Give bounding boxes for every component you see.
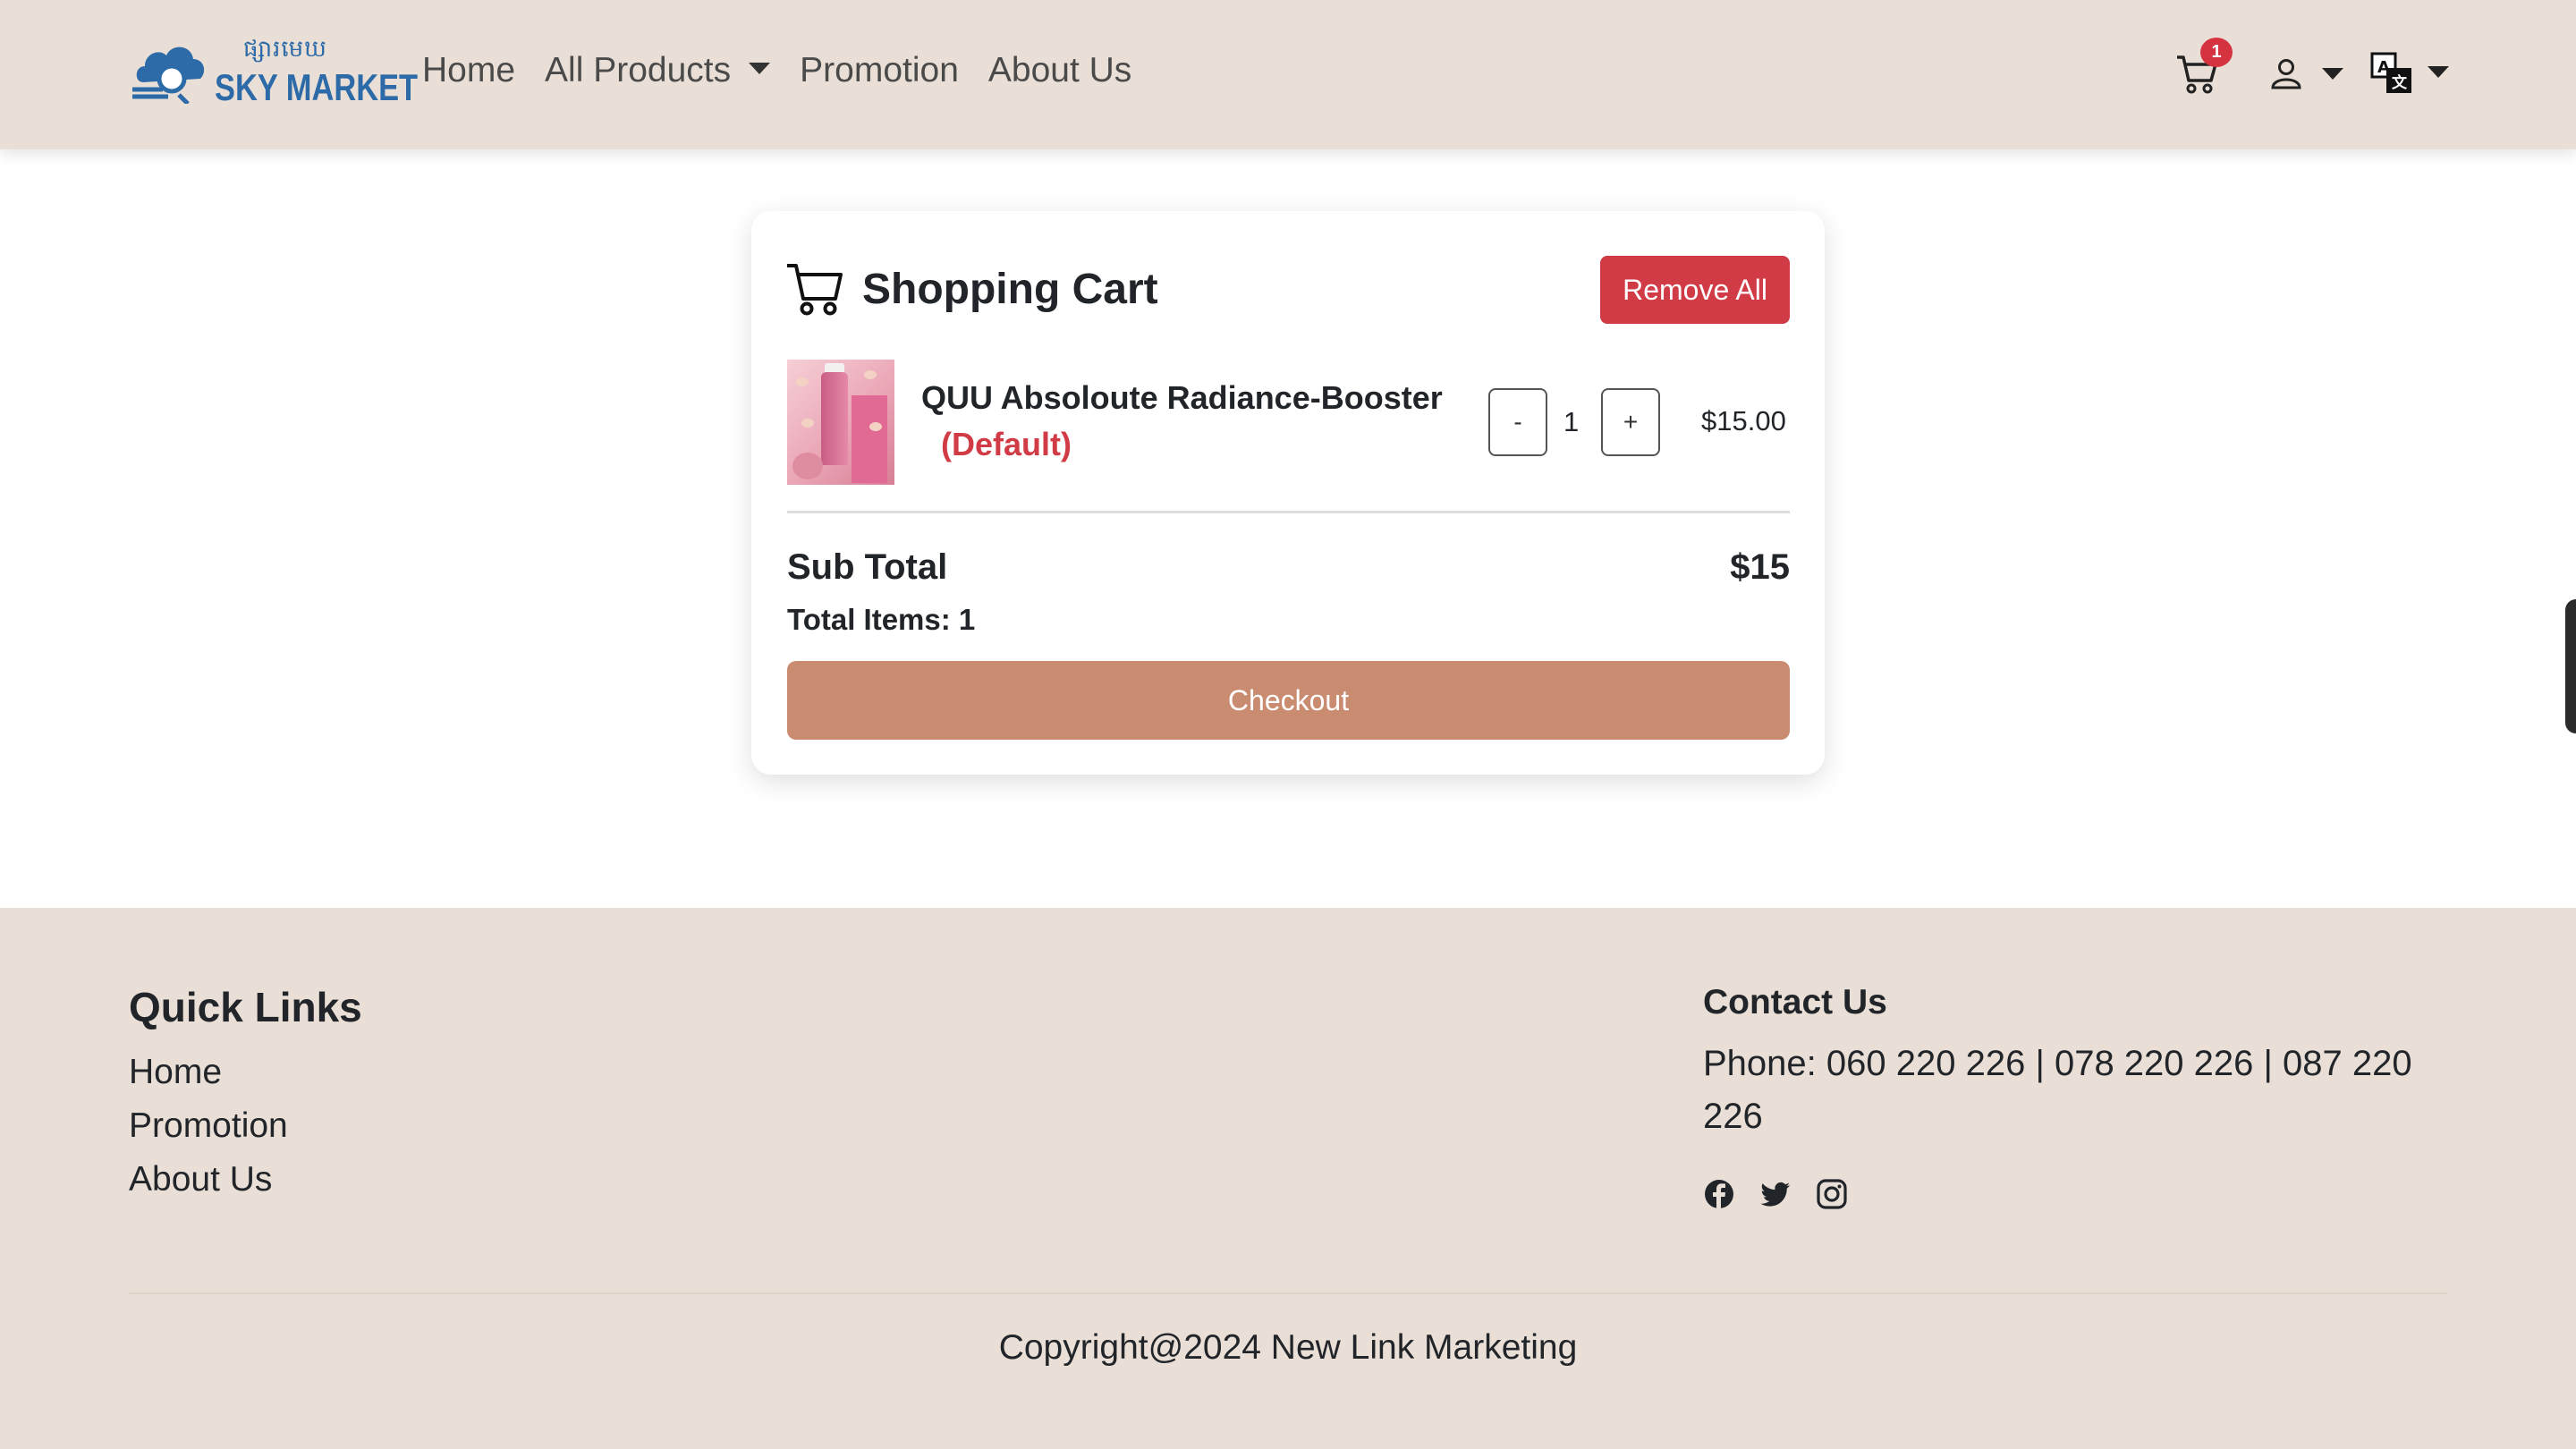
contact-phone: Phone: 060 220 226 | 078 220 226 | 087 2… <box>1703 1044 2412 1136</box>
subtotal-value: $15 <box>1730 547 1790 587</box>
nav-all-products-label: All Products <box>545 51 732 89</box>
side-drawer-handle[interactable] <box>2565 599 2576 733</box>
chevron-down-icon <box>2322 68 2343 80</box>
instagram-icon[interactable] <box>1816 1178 1848 1210</box>
product-variant: (Default) <box>941 426 1072 462</box>
cart-count-badge: 1 <box>2200 38 2233 67</box>
language-dropdown[interactable]: A 文 <box>2370 52 2451 97</box>
item-price: $15.00 <box>1701 405 1786 436</box>
twitter-icon[interactable] <box>1759 1178 1792 1210</box>
logo-khmer-text: ផ្សារមេឃ <box>243 35 327 62</box>
divider <box>787 511 1790 513</box>
svg-text:文: 文 <box>2392 73 2408 92</box>
nav-about-us[interactable]: About Us <box>988 51 1131 90</box>
top-navbar: ផ្សារមេឃ SKY MARKET Home All Products Pr… <box>0 0 2576 149</box>
product-name[interactable]: QUU Absoloute Radiance-Booster <box>921 379 1443 417</box>
cloud-logo-icon <box>132 47 205 104</box>
chevron-down-icon <box>2428 66 2449 78</box>
translate-icon: A 文 <box>2370 52 2411 93</box>
checkout-button[interactable]: Checkout <box>787 661 1790 740</box>
main-nav: Home All Products Promotion About Us <box>422 51 1161 90</box>
logo-brand-text: SKY MARKET <box>215 66 419 108</box>
footer-divider <box>129 1292 2447 1294</box>
increase-quantity-button[interactable]: + <box>1601 388 1660 456</box>
nav-home[interactable]: Home <box>422 51 515 90</box>
copyright-text: Copyright@2024 New Link Marketing <box>998 1328 1578 1367</box>
nav-promotion[interactable]: Promotion <box>800 51 959 90</box>
shopping-cart-card: Shopping Cart Remove All QUU Absoloute R… <box>751 211 1825 775</box>
footer-link-home[interactable]: Home <box>129 1053 222 1092</box>
chevron-down-icon <box>749 63 771 75</box>
total-items: Total Items: 1 <box>787 603 976 636</box>
product-image[interactable] <box>787 360 894 485</box>
user-icon <box>2271 59 2301 89</box>
footer-link-about-us[interactable]: About Us <box>129 1160 272 1199</box>
quantity-value: 1 <box>1563 406 1580 437</box>
quick-links-title: Quick Links <box>129 984 362 1030</box>
decrease-quantity-button[interactable]: - <box>1488 388 1547 456</box>
nav-all-products[interactable]: All Products <box>545 51 771 90</box>
remove-all-button[interactable]: Remove All <box>1600 256 1790 324</box>
user-menu-dropdown[interactable] <box>2270 55 2347 95</box>
footer-link-promotion[interactable]: Promotion <box>129 1106 288 1146</box>
sky-market-logo[interactable]: ផ្សារមេឃ SKY MARKET <box>132 34 418 109</box>
footer: Quick Links Home Promotion About Us Cont… <box>0 908 2576 1449</box>
subtotal-label: Sub Total <box>787 547 948 587</box>
cart-icon <box>787 264 843 316</box>
page-title: Shopping Cart <box>862 266 1158 313</box>
contact-us-title: Contact Us <box>1703 983 1887 1021</box>
facebook-icon[interactable] <box>1703 1178 1735 1210</box>
